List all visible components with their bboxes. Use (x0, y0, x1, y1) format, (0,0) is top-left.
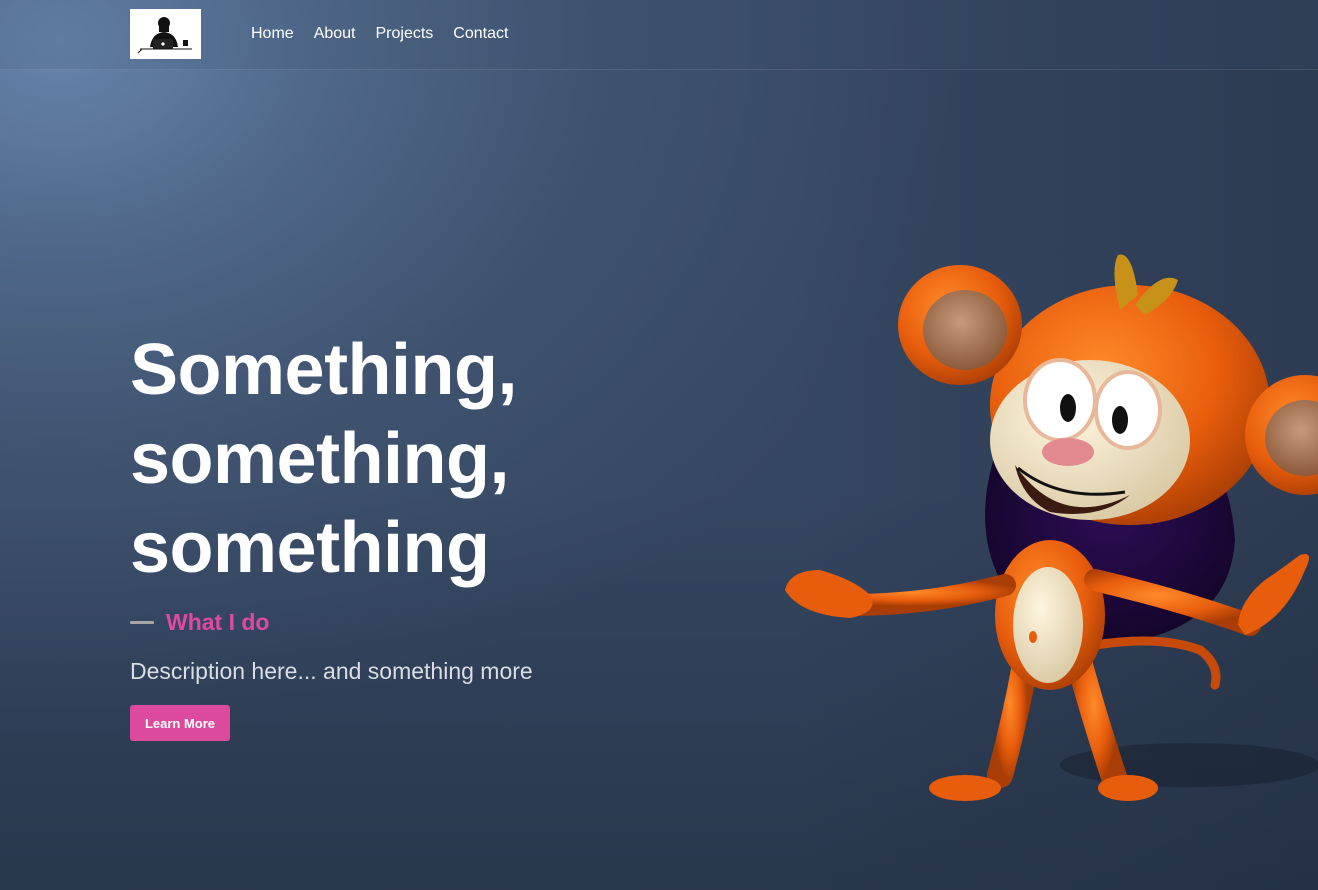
nav-link-projects[interactable]: Projects (376, 24, 434, 44)
person-at-laptop-icon (130, 9, 201, 59)
dash-divider (130, 620, 154, 624)
learn-more-button[interactable]: Learn More (130, 705, 230, 741)
monkey-mascot-icon (785, 254, 1318, 801)
nav-link-home[interactable]: Home (251, 24, 294, 44)
navbar: Home About Projects Contact (0, 0, 1318, 70)
main-nav: Home About Projects Contact (251, 24, 528, 44)
section-label: What I do (166, 608, 270, 635)
hero-title: Something, something, something (130, 326, 730, 593)
section-label-row: What I do (130, 608, 269, 636)
logo[interactable] (130, 9, 201, 59)
hero-title-line-3: something (130, 508, 490, 588)
nav-link-about[interactable]: About (314, 24, 356, 44)
mascot-image (760, 240, 1318, 840)
hero-title-line-2: something, (130, 419, 510, 499)
nav-link-contact[interactable]: Contact (453, 24, 508, 44)
hero-description: Description here... and something more (130, 658, 533, 684)
hero-title-line-1: Something, (130, 330, 518, 410)
